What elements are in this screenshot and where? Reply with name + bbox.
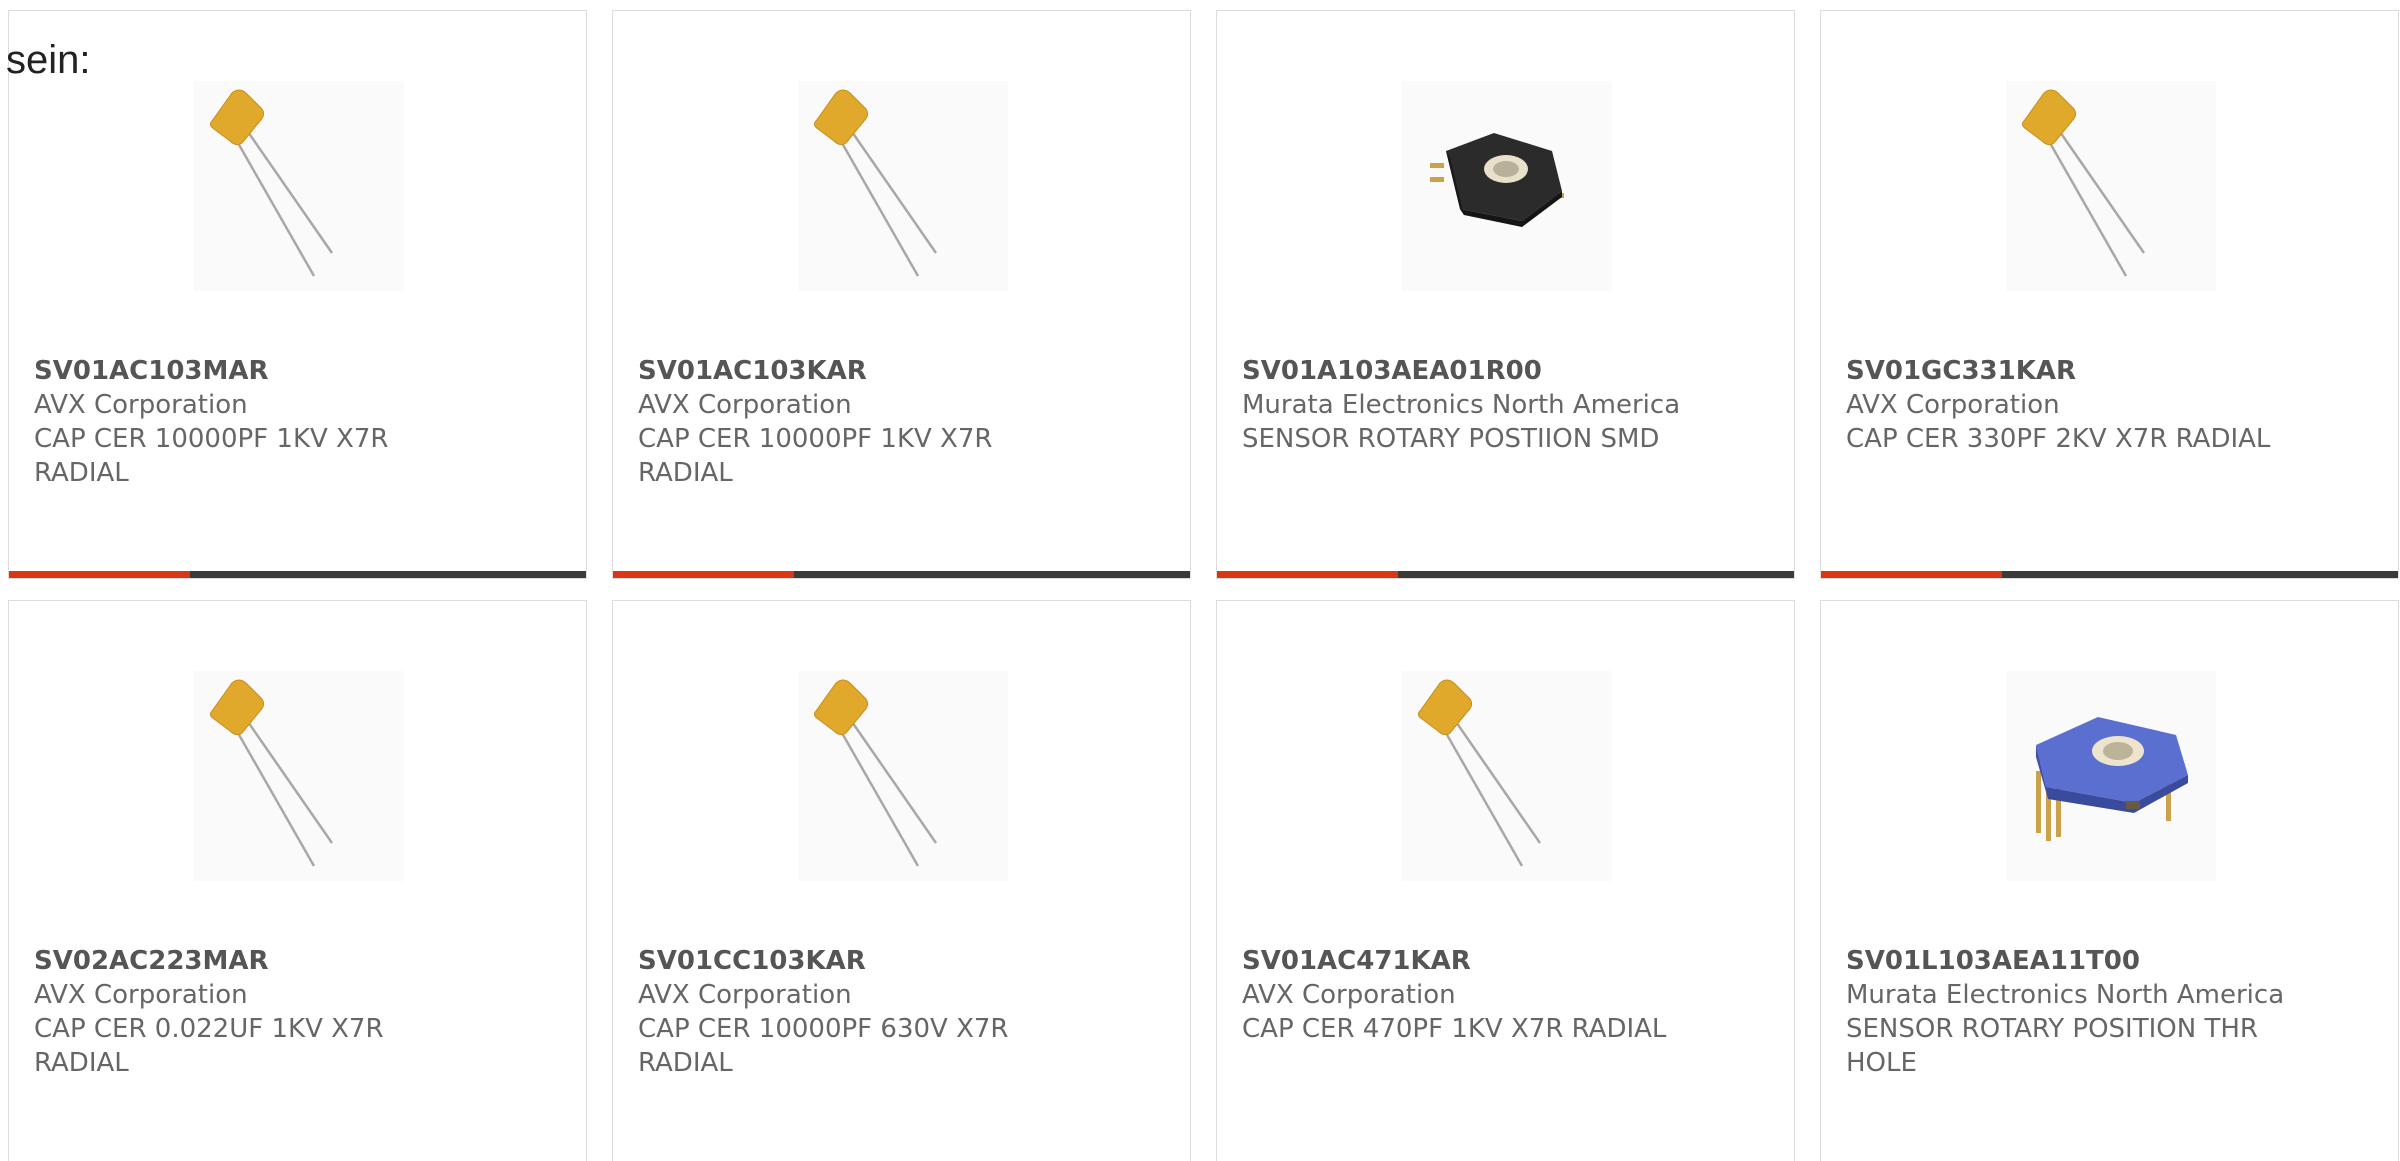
intro-text: sein: (6, 38, 91, 82)
manufacturer-label: AVX Corporation (34, 980, 248, 1010)
capacitor-image[interactable] (1402, 671, 1612, 881)
rotary-sensor-blue-image[interactable] (2006, 671, 2216, 881)
description-label: CAP CER 10000PF 1KV X7R RADIAL (34, 424, 389, 488)
card-accent-bar (1217, 571, 1398, 578)
product-card[interactable]: SV01GC331KAR AVX Corporation CAP CER 330… (1820, 10, 2399, 579)
part-number-link[interactable]: SV02AC223MAR (34, 944, 474, 978)
description-label: CAP CER 330PF 2KV X7R RADIAL (1846, 424, 2271, 454)
description-label: CAP CER 10000PF 1KV X7R RADIAL (638, 424, 993, 488)
rotary-sensor-black-image[interactable] (1402, 81, 1612, 291)
capacitor-image[interactable] (2006, 81, 2216, 291)
capacitor-icon (813, 679, 938, 867)
manufacturer-label: Murata Electronics North America (1846, 980, 2285, 1010)
manufacturer-label: Murata Electronics North America (1242, 390, 1681, 420)
product-grid: SV01AC103MAR AVX Corporation CAP CER 100… (8, 10, 2400, 579)
manufacturer-label: AVX Corporation (1242, 980, 1456, 1010)
capacitor-image[interactable] (798, 81, 1008, 291)
card-accent-bar (1821, 571, 2002, 578)
part-number-link[interactable]: SV01A103AEA01R00 (1242, 354, 1682, 388)
manufacturer-label: AVX Corporation (638, 390, 852, 420)
rotary-sensor-icon (1430, 133, 1564, 227)
part-number-link[interactable]: SV01AC471KAR (1242, 944, 1682, 978)
product-listing-page: sein: SV01AC103MAR AVX Corporation CAP C… (0, 0, 2400, 1161)
description-label: CAP CER 0.022UF 1KV X7R RADIAL (34, 1014, 384, 1078)
product-card[interactable]: SV01AC103KAR AVX Corporation CAP CER 100… (612, 10, 1191, 579)
description-label: CAP CER 10000PF 630V X7R RADIAL (638, 1014, 1009, 1078)
part-number-link[interactable]: SV01AC103MAR (34, 354, 474, 388)
part-number-link[interactable]: SV01AC103KAR (638, 354, 1078, 388)
description-label: SENSOR ROTARY POSTIION SMD (1242, 424, 1660, 454)
manufacturer-label: AVX Corporation (1846, 390, 2060, 420)
product-card[interactable]: SV01A103AEA01R00 Murata Electronics Nort… (1216, 10, 1795, 579)
card-bottom-bar (9, 571, 586, 578)
capacitor-image[interactable] (194, 671, 404, 881)
capacitor-icon (209, 679, 334, 867)
capacitor-icon (2021, 89, 2146, 277)
card-accent-bar (613, 571, 794, 578)
manufacturer-label: AVX Corporation (34, 390, 248, 420)
card-bottom-bar (613, 571, 1190, 578)
card-bottom-bar (1821, 571, 2398, 578)
capacitor-icon (813, 89, 938, 277)
part-number-link[interactable]: SV01CC103KAR (638, 944, 1078, 978)
manufacturer-label: AVX Corporation (638, 980, 852, 1010)
capacitor-image[interactable] (194, 81, 404, 291)
product-card[interactable]: SV01CC103KAR AVX Corporation CAP CER 100… (612, 600, 1191, 1161)
product-card[interactable]: SV01AC103MAR AVX Corporation CAP CER 100… (8, 10, 587, 579)
product-grid-row-2: SV02AC223MAR AVX Corporation CAP CER 0.0… (8, 600, 2400, 1161)
product-card[interactable]: SV02AC223MAR AVX Corporation CAP CER 0.0… (8, 600, 587, 1161)
rotary-sensor-icon (2036, 717, 2188, 841)
card-bottom-bar (1217, 571, 1794, 578)
capacitor-icon (1417, 679, 1542, 867)
part-number-link[interactable]: SV01L103AEA11T00 (1846, 944, 2286, 978)
card-accent-bar (9, 571, 190, 578)
part-number-link[interactable]: SV01GC331KAR (1846, 354, 2286, 388)
description-label: SENSOR ROTARY POSITION THR HOLE (1846, 1014, 2258, 1078)
product-card[interactable]: SV01AC471KAR AVX Corporation CAP CER 470… (1216, 600, 1795, 1161)
product-card[interactable]: SV01L103AEA11T00 Murata Electronics Nort… (1820, 600, 2399, 1161)
description-label: CAP CER 470PF 1KV X7R RADIAL (1242, 1014, 1667, 1044)
capacitor-icon (209, 89, 334, 277)
capacitor-image[interactable] (798, 671, 1008, 881)
